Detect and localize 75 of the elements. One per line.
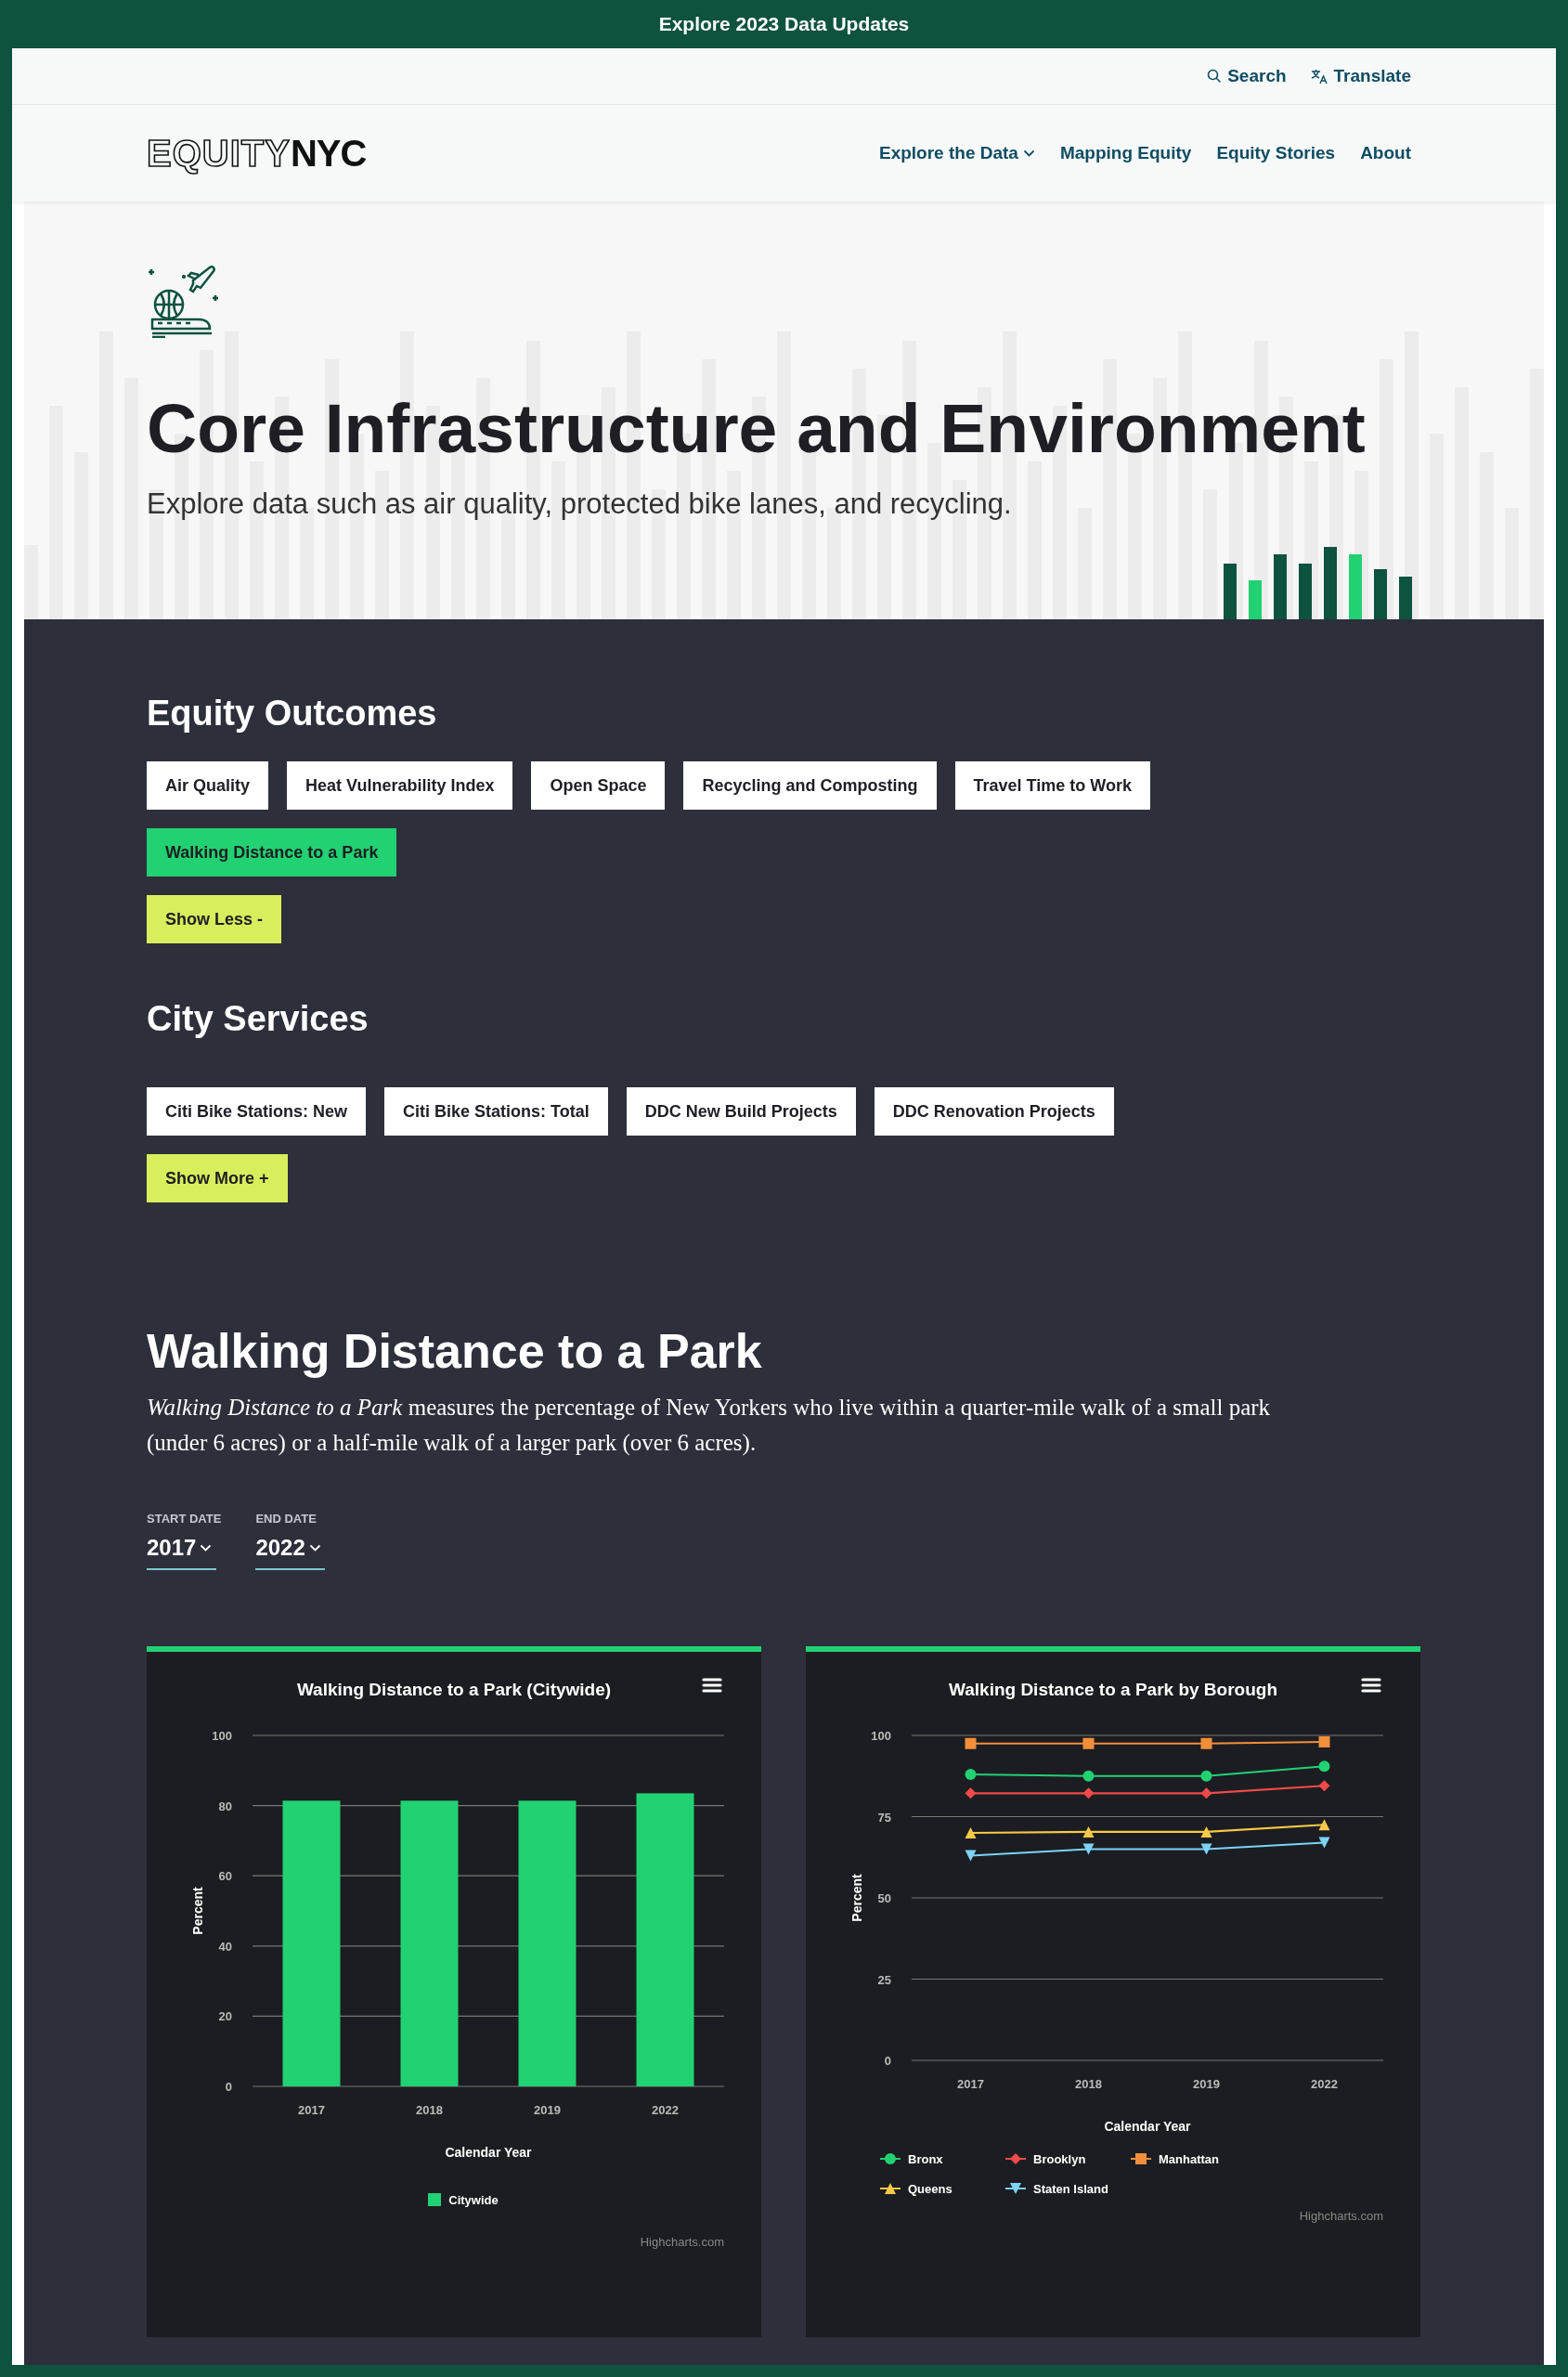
- legend-label[interactable]: Bronx: [908, 2151, 943, 2166]
- chevron-down-icon: [200, 1543, 213, 1552]
- axis-tick-label: 60: [218, 1869, 232, 1884]
- announcement-banner[interactable]: Explore 2023 Data Updates: [12, 0, 1556, 48]
- legend-marker-icon: [1131, 2152, 1151, 2165]
- toggle-button[interactable]: Show More +: [147, 1154, 288, 1202]
- legend-label[interactable]: Brooklyn: [1033, 2151, 1086, 2166]
- axis-title: Calendar Year: [445, 2145, 532, 2160]
- filter-button[interactable]: Travel Time to Work: [954, 761, 1150, 810]
- axis-tick-label: 2018: [1075, 2077, 1102, 2091]
- filter-button[interactable]: Air Quality: [147, 761, 269, 810]
- axis-tick-label: 2022: [652, 2103, 679, 2117]
- axis-tick-label: 40: [218, 1939, 232, 1954]
- section-heading: City Services: [147, 999, 369, 1039]
- filter-button[interactable]: Recycling and Composting: [683, 761, 937, 810]
- page-subtitle: Explore data such as air quality, protected bike lanes, and recycling.: [147, 487, 1013, 521]
- legend-marker-icon: [880, 2152, 901, 2165]
- filter-button[interactable]: Walking Distance to a Park: [147, 828, 397, 877]
- date-label: START DATE: [147, 1512, 222, 1526]
- translate-icon: [1310, 68, 1328, 84]
- axis-tick-label: 2019: [1193, 2077, 1220, 2091]
- menu-icon[interactable]: [702, 1677, 722, 1694]
- filter-button[interactable]: DDC New Build Projects: [626, 1087, 856, 1136]
- date-dropdown[interactable]: 2022: [255, 1535, 326, 1570]
- axis-tick-label: 0: [884, 2054, 891, 2068]
- chevron-down-icon: [1022, 149, 1035, 158]
- axis-title: Percent: [849, 1874, 864, 1922]
- filter-button[interactable]: Citi Bike Stations: Total: [384, 1087, 608, 1136]
- menu-icon[interactable]: [1361, 1677, 1381, 1694]
- legend-label[interactable]: Staten Island: [1033, 2181, 1108, 2196]
- logo[interactable]: EQUITYNYC: [147, 132, 367, 175]
- date-label: END DATE: [255, 1512, 317, 1526]
- axis-title: Percent: [190, 1887, 205, 1935]
- date-dropdown[interactable]: 2017: [147, 1535, 216, 1570]
- indicator-description: Walking Distance to a Park measures the percentage of New Yorkers who live within a quarter-mile walk of a small park (under 6 acres) or a half-mile walk of a larger park (over 6 acres).: [147, 1394, 1272, 1458]
- axis-tick-label: 20: [218, 2009, 232, 2024]
- legend-label[interactable]: Citywide: [448, 2192, 499, 2207]
- legend-marker-icon: [1005, 2182, 1026, 2195]
- filter-button[interactable]: Open Space: [531, 761, 666, 810]
- search-icon: [1207, 69, 1223, 84]
- legend-marker-icon: [880, 2182, 901, 2195]
- nav-link[interactable]: Mapping Equity: [1059, 143, 1192, 163]
- axis-tick-label: 80: [218, 1799, 232, 1813]
- nav-link[interactable]: Equity Stories: [1216, 143, 1336, 163]
- axis-tick-label: 2022: [1311, 2077, 1338, 2091]
- axis-tick-label: 2017: [957, 2077, 984, 2091]
- axis-tick-label: 2017: [298, 2103, 325, 2117]
- axis-tick-label: 75: [877, 1810, 891, 1825]
- legend-label[interactable]: Manhattan: [1159, 2151, 1219, 2166]
- axis-title: Calendar Year: [1104, 2119, 1191, 2134]
- axis-tick-label: 2018: [416, 2103, 443, 2117]
- chart-title: Walking Distance to a Park (Citywide): [295, 1679, 613, 1701]
- chart-title: Walking Distance to a Park by Borough: [948, 1679, 1278, 1701]
- axis-tick-label: 2019: [534, 2103, 561, 2117]
- section-heading: Equity Outcomes: [147, 694, 438, 734]
- credit-link[interactable]: Highcharts.com: [806, 2209, 1420, 2223]
- nav-link[interactable]: Explore the Data: [879, 143, 1035, 163]
- axis-tick-label: 25: [877, 1972, 891, 1987]
- page-title: Core Infrastructure and Environment: [147, 390, 1367, 467]
- axis-tick-label: 100: [871, 1729, 891, 1743]
- legend-marker-icon: [1005, 2152, 1026, 2165]
- toggle-button[interactable]: Show Less -: [147, 895, 282, 943]
- indicator-title: Walking Distance to a Park: [147, 1323, 763, 1379]
- utility-link[interactable]: Translate: [1310, 66, 1411, 86]
- filter-button[interactable]: Heat Vulnerability Index: [287, 761, 513, 810]
- filter-button[interactable]: DDC Renovation Projects: [874, 1087, 1114, 1136]
- nav-link[interactable]: About: [1360, 143, 1411, 163]
- utility-link[interactable]: Search: [1207, 66, 1287, 86]
- legend-label[interactable]: Queens: [908, 2181, 952, 2196]
- chevron-down-icon: [308, 1543, 321, 1552]
- axis-tick-label: 100: [212, 1729, 232, 1743]
- filter-button[interactable]: Citi Bike Stations: New: [147, 1087, 367, 1136]
- credit-link[interactable]: Highcharts.com: [147, 2235, 761, 2249]
- axis-tick-label: 50: [877, 1891, 891, 1905]
- axis-tick-label: 0: [225, 2080, 232, 2094]
